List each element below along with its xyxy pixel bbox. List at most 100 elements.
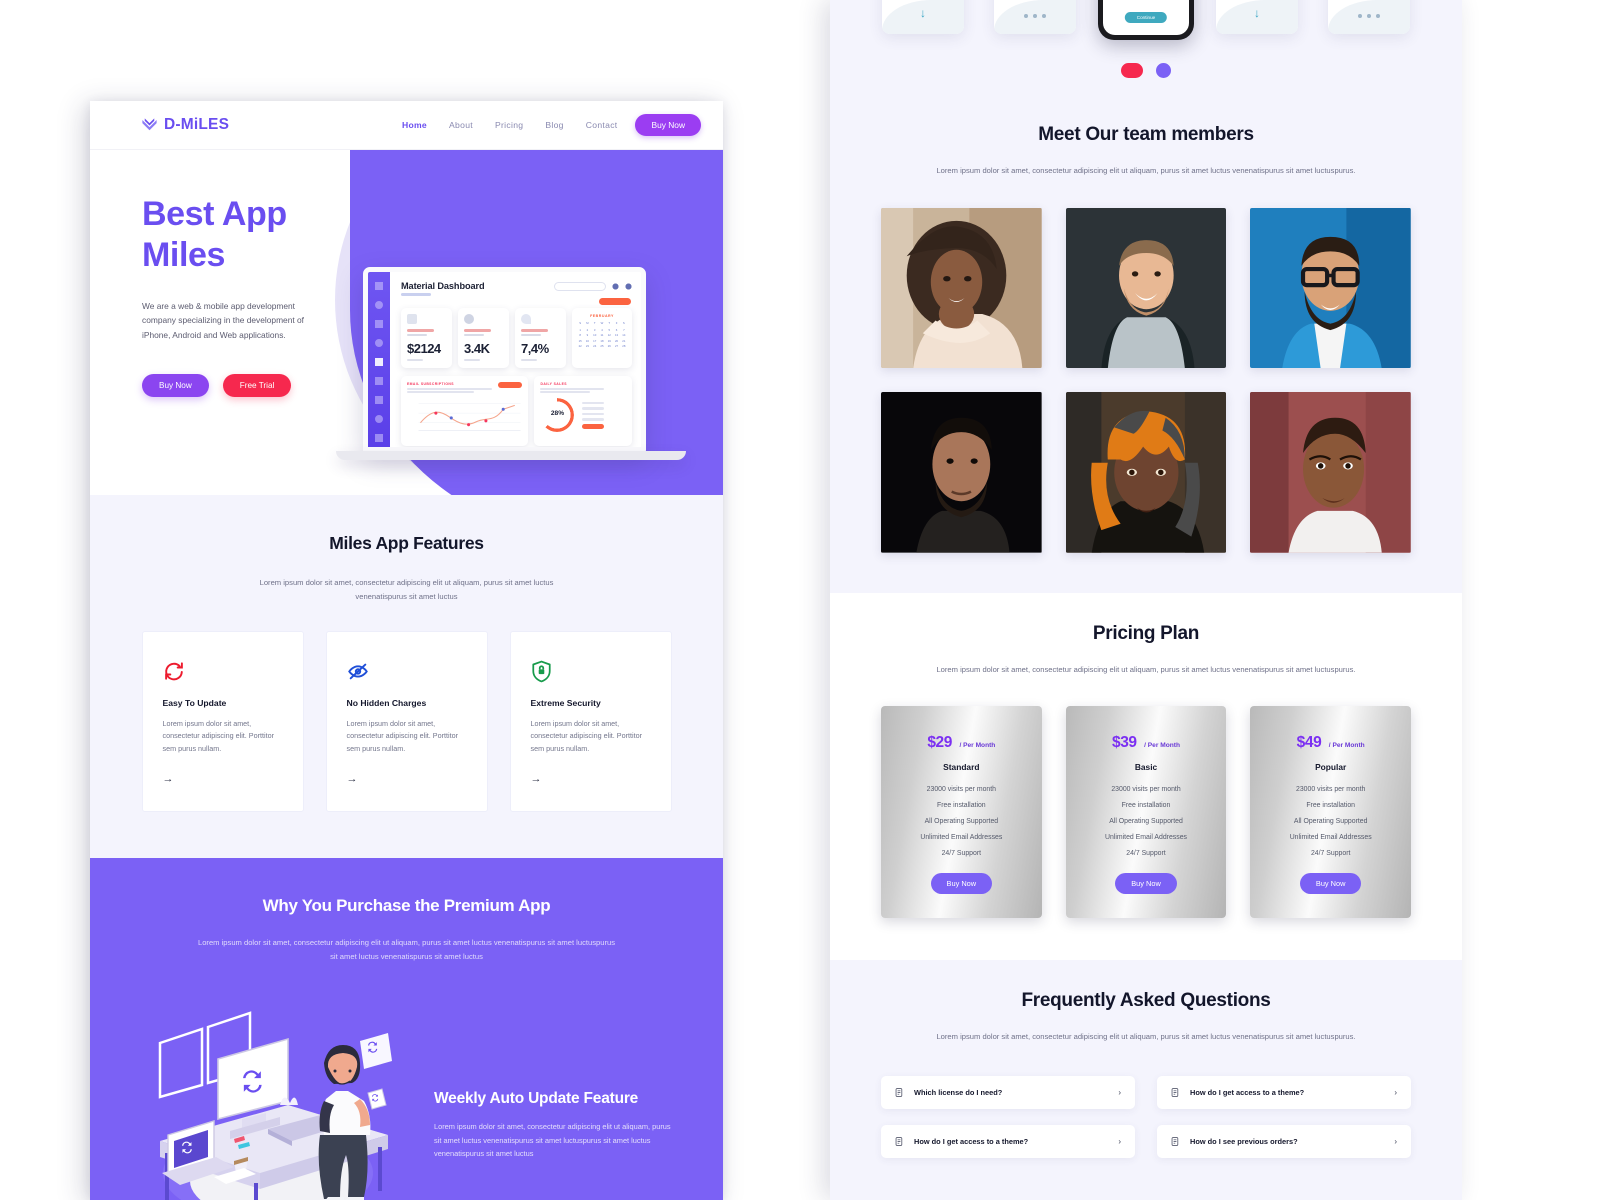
dashboard-search-input[interactable] [554, 281, 606, 291]
line-chart [418, 403, 521, 431]
faq-item[interactable]: How do I see previous orders? › [1157, 1124, 1411, 1158]
portrait-illustration [1065, 207, 1227, 369]
team-photo-5[interactable] [1065, 392, 1227, 553]
faq-item[interactable]: How do I get access to a theme? › [1157, 1075, 1411, 1109]
kpi-footnote [407, 358, 423, 361]
hero-section: Best App Miles We are a web & mobile app… [90, 150, 723, 495]
chevron-logo-icon [142, 117, 157, 130]
calendar-widget: FEBRUARY S M T W T F S 1 2 3 4 5 6 7 8 9… [572, 308, 632, 368]
chevron-right-icon[interactable]: › [1394, 1088, 1397, 1097]
pricing-card-basic: $39 / Per Month Basic 23000 visits per m… [1065, 706, 1227, 919]
nav-item-home[interactable]: Home [402, 120, 427, 130]
feature-arrow-link[interactable]: → [163, 773, 174, 785]
hero-free-trial-button[interactable]: Free Trial [222, 374, 292, 398]
pricing-feature: 23000 visits per month [1296, 786, 1366, 794]
pricing-feature: Free installation [1306, 802, 1355, 810]
feature-arrow-link[interactable]: → [531, 773, 542, 785]
faq-item[interactable]: Which license do I need? › [881, 1075, 1135, 1109]
nav-item-about[interactable]: About [449, 120, 473, 130]
faq-section: Frequently Asked Questions Lorem ipsum d… [830, 960, 1462, 1188]
feature-card[interactable]: No Hidden Charges Lorem ipsum dolor sit … [325, 631, 488, 813]
kpi-footnote [464, 358, 480, 361]
pricing-feature: All Operating Supported [1109, 818, 1183, 826]
pricing-buy-now-button[interactable]: Buy Now [930, 873, 993, 895]
premium-body: Weekly Auto Update Feature Lorem ipsum d… [90, 985, 723, 1200]
feature-text: Lorem ipsum dolor sit amet, consectetur … [530, 719, 642, 753]
carousel-slide[interactable] [1328, 0, 1410, 34]
carousel-slide[interactable] [994, 0, 1076, 34]
download-arrow-icon: ↓ [920, 6, 926, 20]
kpi-card: $2124 [401, 308, 452, 368]
calendar-date-cells: 1 2 3 4 5 6 7 8 9 10 11 12 13 14 15 16 17 18 19 20 21 22 23 24 2… [578, 328, 626, 348]
chevron-right-icon[interactable]: › [1118, 1088, 1121, 1097]
premium-section: Why You Purchase the Premium App Lorem i… [90, 858, 723, 1200]
primary-nav: Home About Pricing Blog Contact [402, 120, 618, 130]
faq-grid: Which license do I need? › How do I get … [881, 1075, 1411, 1158]
feature-card[interactable]: Easy To Update Lorem ipsum dolor sit ame… [141, 631, 304, 813]
pricing-feature: 24/7 Support [941, 850, 982, 858]
donut-legend [582, 401, 605, 429]
team-photo-1[interactable] [881, 207, 1042, 369]
dashboard-grid-icon[interactable] [612, 282, 619, 290]
header-buy-now-button[interactable]: Buy Now [635, 114, 701, 136]
team-photo-3[interactable] [1250, 207, 1411, 369]
hero-button-group: Buy Now Free Trial [142, 374, 350, 398]
dashboard-account-icon[interactable] [625, 282, 632, 290]
pricing-plan-name: Basic [1134, 762, 1158, 773]
nav-item-contact[interactable]: Contact [586, 120, 618, 130]
calendar-day-head: F [615, 321, 618, 325]
pricing-plan-name: Standard [943, 762, 980, 773]
donut-chart: 28% [540, 398, 576, 432]
nav-item-pricing[interactable]: Pricing [495, 120, 523, 130]
pricing-price-row: $29 / Per Month [895, 734, 1028, 752]
pricing-buy-now-button[interactable]: Buy Now [1299, 873, 1362, 895]
team-photo-4[interactable] [881, 392, 1042, 553]
pricing-feature: 23000 visits per month [926, 786, 996, 794]
portrait-illustration [881, 392, 1042, 553]
chevron-right-icon[interactable]: › [1394, 1137, 1397, 1146]
faq-item[interactable]: How do I get access to a theme? › [881, 1124, 1135, 1158]
right-page-mockup: ↓ ↓ Continue Meet Our team members Lorem… [830, 0, 1462, 1200]
sidebar-icon-menu [375, 282, 383, 290]
hero-title-line-2: Miles [142, 236, 226, 275]
donut-value-label: 28% [550, 410, 565, 417]
donut-legend-button[interactable] [582, 423, 605, 429]
phone-continue-button[interactable]: Continue [1124, 12, 1168, 23]
dashboard-action-chip[interactable] [599, 298, 631, 305]
pricing-buy-now-button[interactable]: Buy Now [1115, 873, 1177, 895]
kpi-footnote [521, 358, 537, 361]
sidebar-icon-chart [375, 358, 383, 366]
carousel-slide[interactable]: ↓ [1216, 0, 1298, 34]
phone-screen: Continue [1103, 0, 1189, 35]
chart-card-button[interactable] [498, 381, 523, 388]
brand-logo[interactable]: D-MiLES [140, 116, 229, 135]
carousel-slide[interactable]: ↓ [882, 0, 964, 34]
calendar-grid: S M T W T F S [577, 321, 627, 325]
sidebar-icon-send [375, 396, 383, 404]
feature-arrow-link[interactable]: → [347, 773, 358, 785]
team-photo-6[interactable] [1250, 392, 1411, 553]
kpi-value: $2124 [407, 340, 441, 356]
sidebar-icon-dashboard [375, 301, 383, 309]
nav-item-blog[interactable]: Blog [545, 120, 563, 130]
pricing-feature: 24/7 Support [1126, 850, 1166, 858]
carousel-dot-inactive[interactable] [1156, 63, 1171, 78]
carousel-dot-active[interactable] [1121, 63, 1143, 78]
feature-text: Lorem ipsum dolor sit amet, consectetur … [346, 719, 458, 753]
pricing-feature-list: 23000 visits per month Free installation… [1264, 786, 1397, 857]
team-title: Meet Our team members [1038, 124, 1254, 145]
kpi-card: 3.4K [458, 308, 509, 368]
calendar-day-head: S [622, 321, 625, 325]
feature-card[interactable]: Extreme Security Lorem ipsum dolor sit a… [509, 631, 672, 813]
workspace-illustration [158, 1011, 392, 1200]
hero-buy-now-button[interactable]: Buy Now [142, 374, 209, 398]
kpi-value: 3.4K [464, 340, 490, 356]
chevron-right-icon[interactable]: › [1118, 1137, 1121, 1146]
onboarding-carousel: ↓ ↓ Continue [830, 0, 1462, 100]
pricing-period: / Per Month [959, 742, 996, 750]
team-photo-2[interactable] [1065, 207, 1227, 369]
laptop-mockup: Material Dashboard $2124 3.4K 7,4% FEBRU… [336, 267, 686, 460]
team-section: Meet Our team members Lorem ipsum dolor … [830, 100, 1462, 593]
daily-sales-card: DAILY SALES 28% [534, 375, 632, 446]
kpi-sublabel [521, 333, 542, 336]
